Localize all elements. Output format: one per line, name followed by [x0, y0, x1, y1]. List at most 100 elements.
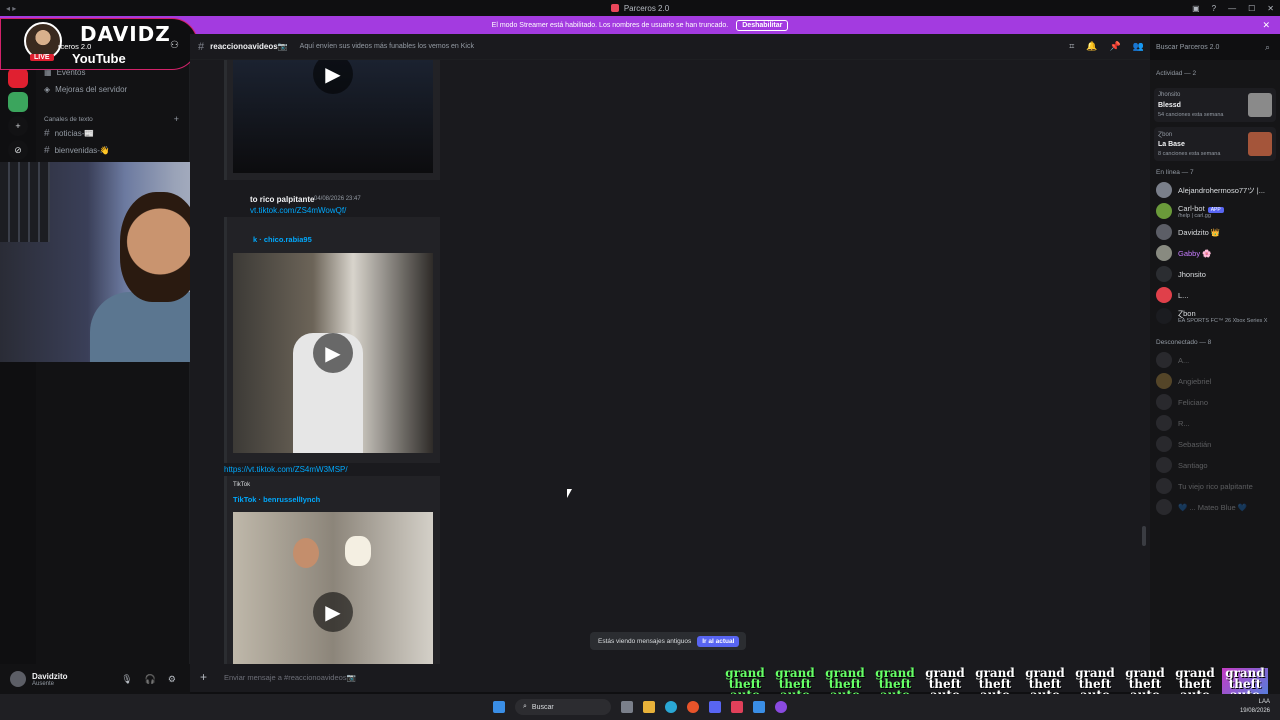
play-icon[interactable]: ▶: [313, 333, 353, 373]
embed-title[interactable]: TikTok · benrussellIynch: [233, 495, 320, 504]
member-list: Actividad — 2 Jhonsito Blessd 54 cancion…: [1150, 60, 1280, 694]
member-item[interactable]: R...: [1156, 415, 1190, 431]
app-icon[interactable]: [775, 701, 787, 713]
browser-icon[interactable]: [665, 701, 677, 713]
folder-icon[interactable]: [643, 701, 655, 713]
member-item[interactable]: Angiebriel: [1156, 373, 1211, 389]
user-panel: Davidzito Ausente 🎙 🎧 ⚙: [0, 664, 190, 694]
discover-icon[interactable]: ⊘: [8, 140, 28, 160]
member-item[interactable]: L...: [1156, 287, 1188, 303]
channel-topic[interactable]: Aquí envíen sus videos más funables los …: [300, 43, 474, 50]
member-name: Jhonsito: [1178, 269, 1206, 279]
member-name: L...: [1178, 290, 1189, 300]
member-item[interactable]: Alejandrohermoso77ツ |...: [1156, 182, 1265, 198]
member-item[interactable]: Carl-bot APP/help | carl.gg: [1156, 203, 1224, 219]
help-icon[interactable]: ?: [1212, 4, 1216, 13]
user-status: Ausente: [32, 680, 55, 687]
settings-icon[interactable]: ⚙: [168, 674, 176, 685]
member-item[interactable]: Jhonsito: [1156, 266, 1206, 282]
video-thumbnail[interactable]: ▶: [233, 60, 433, 173]
activity-card[interactable]: Jhonsito Blessd 54 canciones esta semana: [1154, 88, 1276, 122]
channel-noticias[interactable]: # noticias-📰: [44, 128, 94, 139]
message-list[interactable]: ▶ to rico palpitante 04/08/2026 23:47 vt…: [190, 60, 1150, 664]
close-notice-icon[interactable]: ✕: [1262, 20, 1270, 31]
members-icon[interactable]: 👥: [1133, 41, 1144, 52]
live-badge: LIVE: [30, 54, 54, 61]
sidebar-item-boosts[interactable]: ◈ Mejoras del servidor: [44, 85, 127, 94]
member-item[interactable]: Feliciano: [1156, 394, 1208, 410]
back-forward-icon[interactable]: ◂ ▸: [6, 4, 16, 13]
scrollbar[interactable]: [1142, 526, 1146, 546]
message-author[interactable]: to rico palpitante: [250, 195, 314, 204]
message-link[interactable]: https://vt.tiktok.com/ZS4mW3MSP/: [224, 465, 348, 474]
avatar[interactable]: [10, 671, 26, 687]
taskbar-search[interactable]: ⌕ Buscar: [515, 699, 611, 715]
sidebar-item-label: Mejoras del servidor: [55, 85, 128, 94]
pin-icon[interactable]: 📌: [1110, 41, 1121, 52]
add-attachment-icon[interactable]: +: [200, 670, 207, 684]
category-text-channels[interactable]: Canales de texto: [44, 116, 93, 123]
avatar: [1156, 499, 1172, 515]
member-item[interactable]: Tu viejo rico palpitante: [1156, 478, 1253, 494]
member-name: Feliciano: [1178, 397, 1209, 407]
member-item[interactable]: Ɀbon EA SPORTS FC™ 26 Xbox Series X: [1156, 308, 1267, 324]
album-cover: [1248, 132, 1272, 156]
window-title: Parceros 2.0: [623, 3, 670, 13]
jump-to-present-button[interactable]: Ir al actual: [697, 635, 740, 647]
app-icon[interactable]: [753, 701, 765, 713]
microphone-icon[interactable]: 🎙: [121, 674, 132, 685]
member-name: Angiebriel: [1178, 376, 1212, 386]
member-item[interactable]: Davidzito 👑: [1156, 224, 1220, 240]
member-name: Tu viejo rico palpitante: [1178, 481, 1253, 491]
channel-bienvenidas[interactable]: # bienvenidas-👋: [44, 145, 110, 156]
member-item[interactable]: Gabby 🌸: [1156, 245, 1212, 261]
discord-icon[interactable]: [709, 701, 721, 713]
headphones-icon[interactable]: 🎧: [145, 674, 156, 685]
activity-card[interactable]: Ɀbon La Base 8 canciones esta semana: [1154, 127, 1276, 161]
app-badge: APP: [1207, 206, 1224, 213]
add-server-icon[interactable]: +: [8, 116, 28, 136]
tiktok-icon[interactable]: [731, 701, 743, 713]
threads-icon[interactable]: ⌗: [1069, 41, 1074, 52]
inbox-icon[interactable]: ▣: [1192, 4, 1200, 13]
play-icon[interactable]: ▶: [313, 60, 353, 94]
video-thumbnail[interactable]: ▶: [233, 512, 433, 664]
member-item[interactable]: Sebastián: [1156, 436, 1211, 452]
boost-icon: ◈: [44, 85, 51, 94]
embed-title[interactable]: k · chico.rabia95: [253, 235, 312, 244]
video-embed: ▶: [224, 60, 440, 180]
avatar: [1156, 308, 1172, 324]
member-item[interactable]: 💙 ... Mateo Blue 💙: [1156, 499, 1247, 515]
add-channel-icon[interactable]: +: [174, 114, 179, 124]
task-view-icon[interactable]: [621, 701, 633, 713]
disable-streamer-button[interactable]: Deshabilitar: [736, 19, 789, 31]
system-tray[interactable]: LAA 19/08/2026: [1240, 698, 1270, 716]
search-input[interactable]: Buscar Parceros 2.0 ⌕: [1150, 38, 1276, 56]
member-status: /help | carl.gg: [1178, 212, 1211, 219]
member-item[interactable]: Santiago: [1156, 457, 1208, 473]
avatar: [1156, 457, 1172, 473]
hash-icon: #: [44, 128, 50, 139]
close-icon[interactable]: ✕: [1267, 4, 1274, 13]
member-item[interactable]: A...: [1156, 352, 1189, 368]
maximize-icon[interactable]: ☐: [1248, 4, 1255, 13]
minimize-icon[interactable]: —: [1228, 4, 1236, 13]
start-icon[interactable]: [493, 701, 505, 713]
invite-icon[interactable]: ⚇: [170, 40, 179, 51]
server-icon[interactable]: [8, 68, 28, 88]
server-icon[interactable]: [8, 92, 28, 112]
member-status: EA SPORTS FC™ 26 Xbox Series X: [1178, 317, 1268, 324]
tooth-icon: [345, 536, 371, 566]
play-icon[interactable]: ▶: [313, 592, 353, 632]
video-thumbnail[interactable]: ▶: [233, 253, 433, 453]
streamer-platform: YouTube: [72, 51, 126, 66]
old-messages-bar: Estás viendo mensajes antiguos Ir al act…: [590, 632, 746, 650]
mouse-cursor: [567, 489, 572, 498]
bell-icon[interactable]: 🔔: [1086, 41, 1097, 52]
member-name: Ɀbon: [1178, 308, 1196, 318]
server-name[interactable]: rceros 2.0: [58, 42, 91, 51]
video-embed: TikTok TikTok · benrussellIynch ▶: [224, 476, 440, 664]
activity-subtitle: 8 canciones esta semana: [1158, 151, 1221, 157]
message-link[interactable]: vt.tiktok.com/ZS4mWowQf/: [250, 206, 346, 215]
app-icon[interactable]: [687, 701, 699, 713]
